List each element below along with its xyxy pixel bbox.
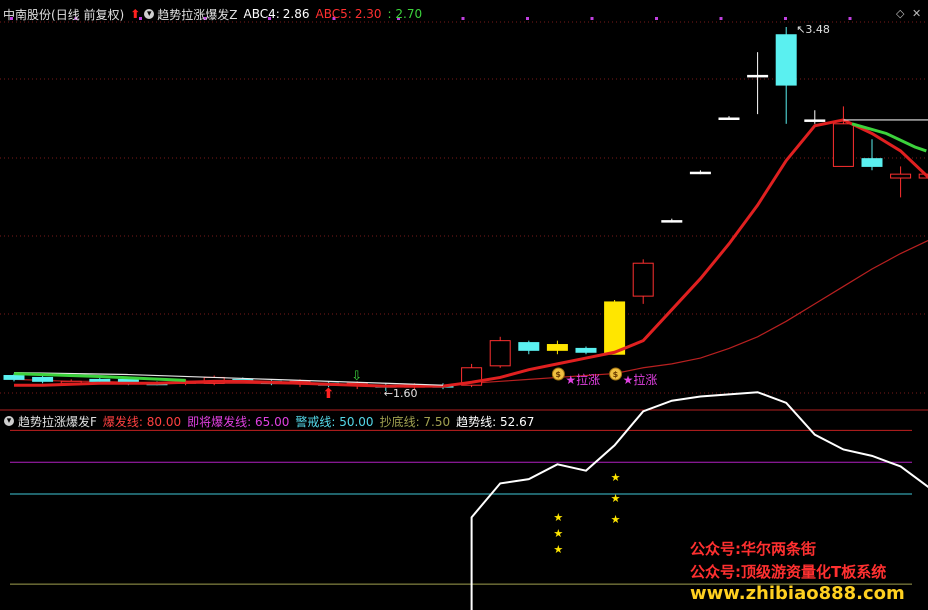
- slow-ma-line: [13, 239, 928, 386]
- legend-value: 50.00: [335, 414, 374, 429]
- legend-value: 7.50: [419, 414, 451, 429]
- legend-item: 即将爆发线: 65.00: [187, 415, 289, 429]
- collapse-toggle-icon[interactable]: ▾: [144, 9, 155, 19]
- abc5-value: 2.30: [354, 7, 382, 21]
- legend-value: 52.67: [496, 414, 535, 429]
- marker-dot: [655, 17, 658, 20]
- marker-dot: [526, 17, 529, 20]
- trend-line: [14, 118, 928, 388]
- signal-stars: ★ ★ ★ ★ ★ ★: [553, 471, 620, 556]
- candle-body: [575, 347, 597, 353]
- candle-body: [3, 375, 25, 380]
- legend-item: 爆发线: 80.00: [103, 415, 181, 429]
- abc5-extra-value: : 2.70: [387, 7, 423, 21]
- star-icon: ★: [611, 492, 621, 505]
- candle-body: [661, 220, 683, 223]
- legend-label: 抄底线:: [379, 414, 420, 429]
- signal-label: ★拉涨: [623, 372, 658, 387]
- abc4-value: 2.86: [282, 7, 310, 21]
- star-icon: ★: [611, 513, 621, 526]
- sub-panel-header: ▾ 趋势拉涨爆发F 爆发线: 80.00 即将爆发线: 65.00 警戒线: 50.…: [0, 411, 534, 431]
- sub-legend: 爆发线: 80.00 即将爆发线: 65.00 警戒线: 50.00 抄底线: 7.5…: [97, 413, 534, 430]
- abc5-label: ABC5:: [315, 7, 352, 21]
- legend-label: 即将爆发线:: [187, 414, 252, 429]
- candle-body: [747, 74, 769, 78]
- star-icon: ★: [553, 511, 563, 524]
- sub-indicator-name[interactable]: 趋势拉涨爆发F: [18, 413, 97, 430]
- low-price-label: ←1.60: [384, 387, 418, 400]
- money-sign-icon: $: [555, 370, 561, 379]
- candle-body: [804, 119, 826, 122]
- legend-item: 警戒线: 50.00: [295, 415, 373, 429]
- candle-body: [632, 262, 654, 297]
- money-sign-icon: $: [613, 370, 619, 379]
- main-panel-header: 中南股份 (日线 前复权) ⬆ ▾ 趋势拉涨爆发Z ABC4: 2.86 ABC…: [0, 4, 422, 24]
- marker-dot: [719, 17, 723, 20]
- candle-body: [861, 158, 883, 167]
- watermark-line-3: www.zhibiao888.com: [690, 583, 905, 604]
- marker-dot: [848, 17, 852, 20]
- trend-path: [14, 118, 928, 388]
- candle-body: [89, 378, 111, 382]
- period-label: (日线 前复权): [51, 7, 125, 22]
- candle-body: [546, 344, 568, 351]
- signal-label: ★拉涨: [565, 372, 600, 387]
- star-icon: ★: [553, 543, 563, 556]
- candle-body: [775, 34, 797, 86]
- legend-item: 趋势线: 52.67: [456, 415, 534, 429]
- candle-body: [518, 342, 540, 351]
- candles-group: [3, 27, 928, 391]
- marker-dot: [784, 17, 787, 20]
- legend-label: 趋势线:: [456, 414, 497, 429]
- slow-ma-path: [13, 239, 928, 386]
- diamond-icon[interactable]: ◇: [896, 7, 904, 20]
- close-icon[interactable]: ✕: [912, 7, 921, 20]
- up-arrow-icon[interactable]: ⬆: [130, 7, 140, 21]
- watermark-line-1: 公众号:华尔两条街: [690, 540, 816, 558]
- legend-value: 65.00: [251, 414, 290, 429]
- green-trend-segment: [851, 122, 927, 153]
- legend-label: 警戒线:: [295, 414, 336, 429]
- legend-item: 抄底线: 7.50: [380, 415, 451, 429]
- watermark-line-2: 公众号:顶级游资量化T板系统: [690, 563, 887, 581]
- sub-collapse-toggle-icon[interactable]: ▾: [4, 416, 14, 426]
- candle-body: [689, 171, 711, 175]
- marker-dot: [590, 17, 594, 20]
- candle-body: [604, 301, 626, 355]
- buy-arrow-icon: ⬆: [323, 386, 335, 402]
- star-icon: ★: [553, 527, 563, 540]
- candle-body: [32, 376, 54, 382]
- legend-label: 爆发线:: [102, 414, 143, 429]
- green-arrow-icon: ⇩: [351, 369, 362, 384]
- abc4-label: ABC4:: [243, 7, 280, 21]
- candle-body: [718, 117, 740, 120]
- star-icon: ★: [611, 471, 621, 484]
- marker-dot: [461, 17, 465, 20]
- candle-body: [832, 123, 854, 167]
- legend-value: 80.00: [142, 414, 182, 429]
- high-price-label: ↖3.48: [796, 23, 830, 36]
- chart-canvas: ↖3.48 ←1.60 ⬆ ⇩ $ ★拉涨 $ ★拉涨 ★ ★ ★ ★ ★ ★: [0, 17, 928, 610]
- main-indicator-name[interactable]: 趋势拉涨爆发Z: [157, 6, 237, 23]
- stock-name: 中南股份: [3, 7, 52, 22]
- candle-body: [890, 173, 912, 179]
- candle-body: [489, 340, 511, 367]
